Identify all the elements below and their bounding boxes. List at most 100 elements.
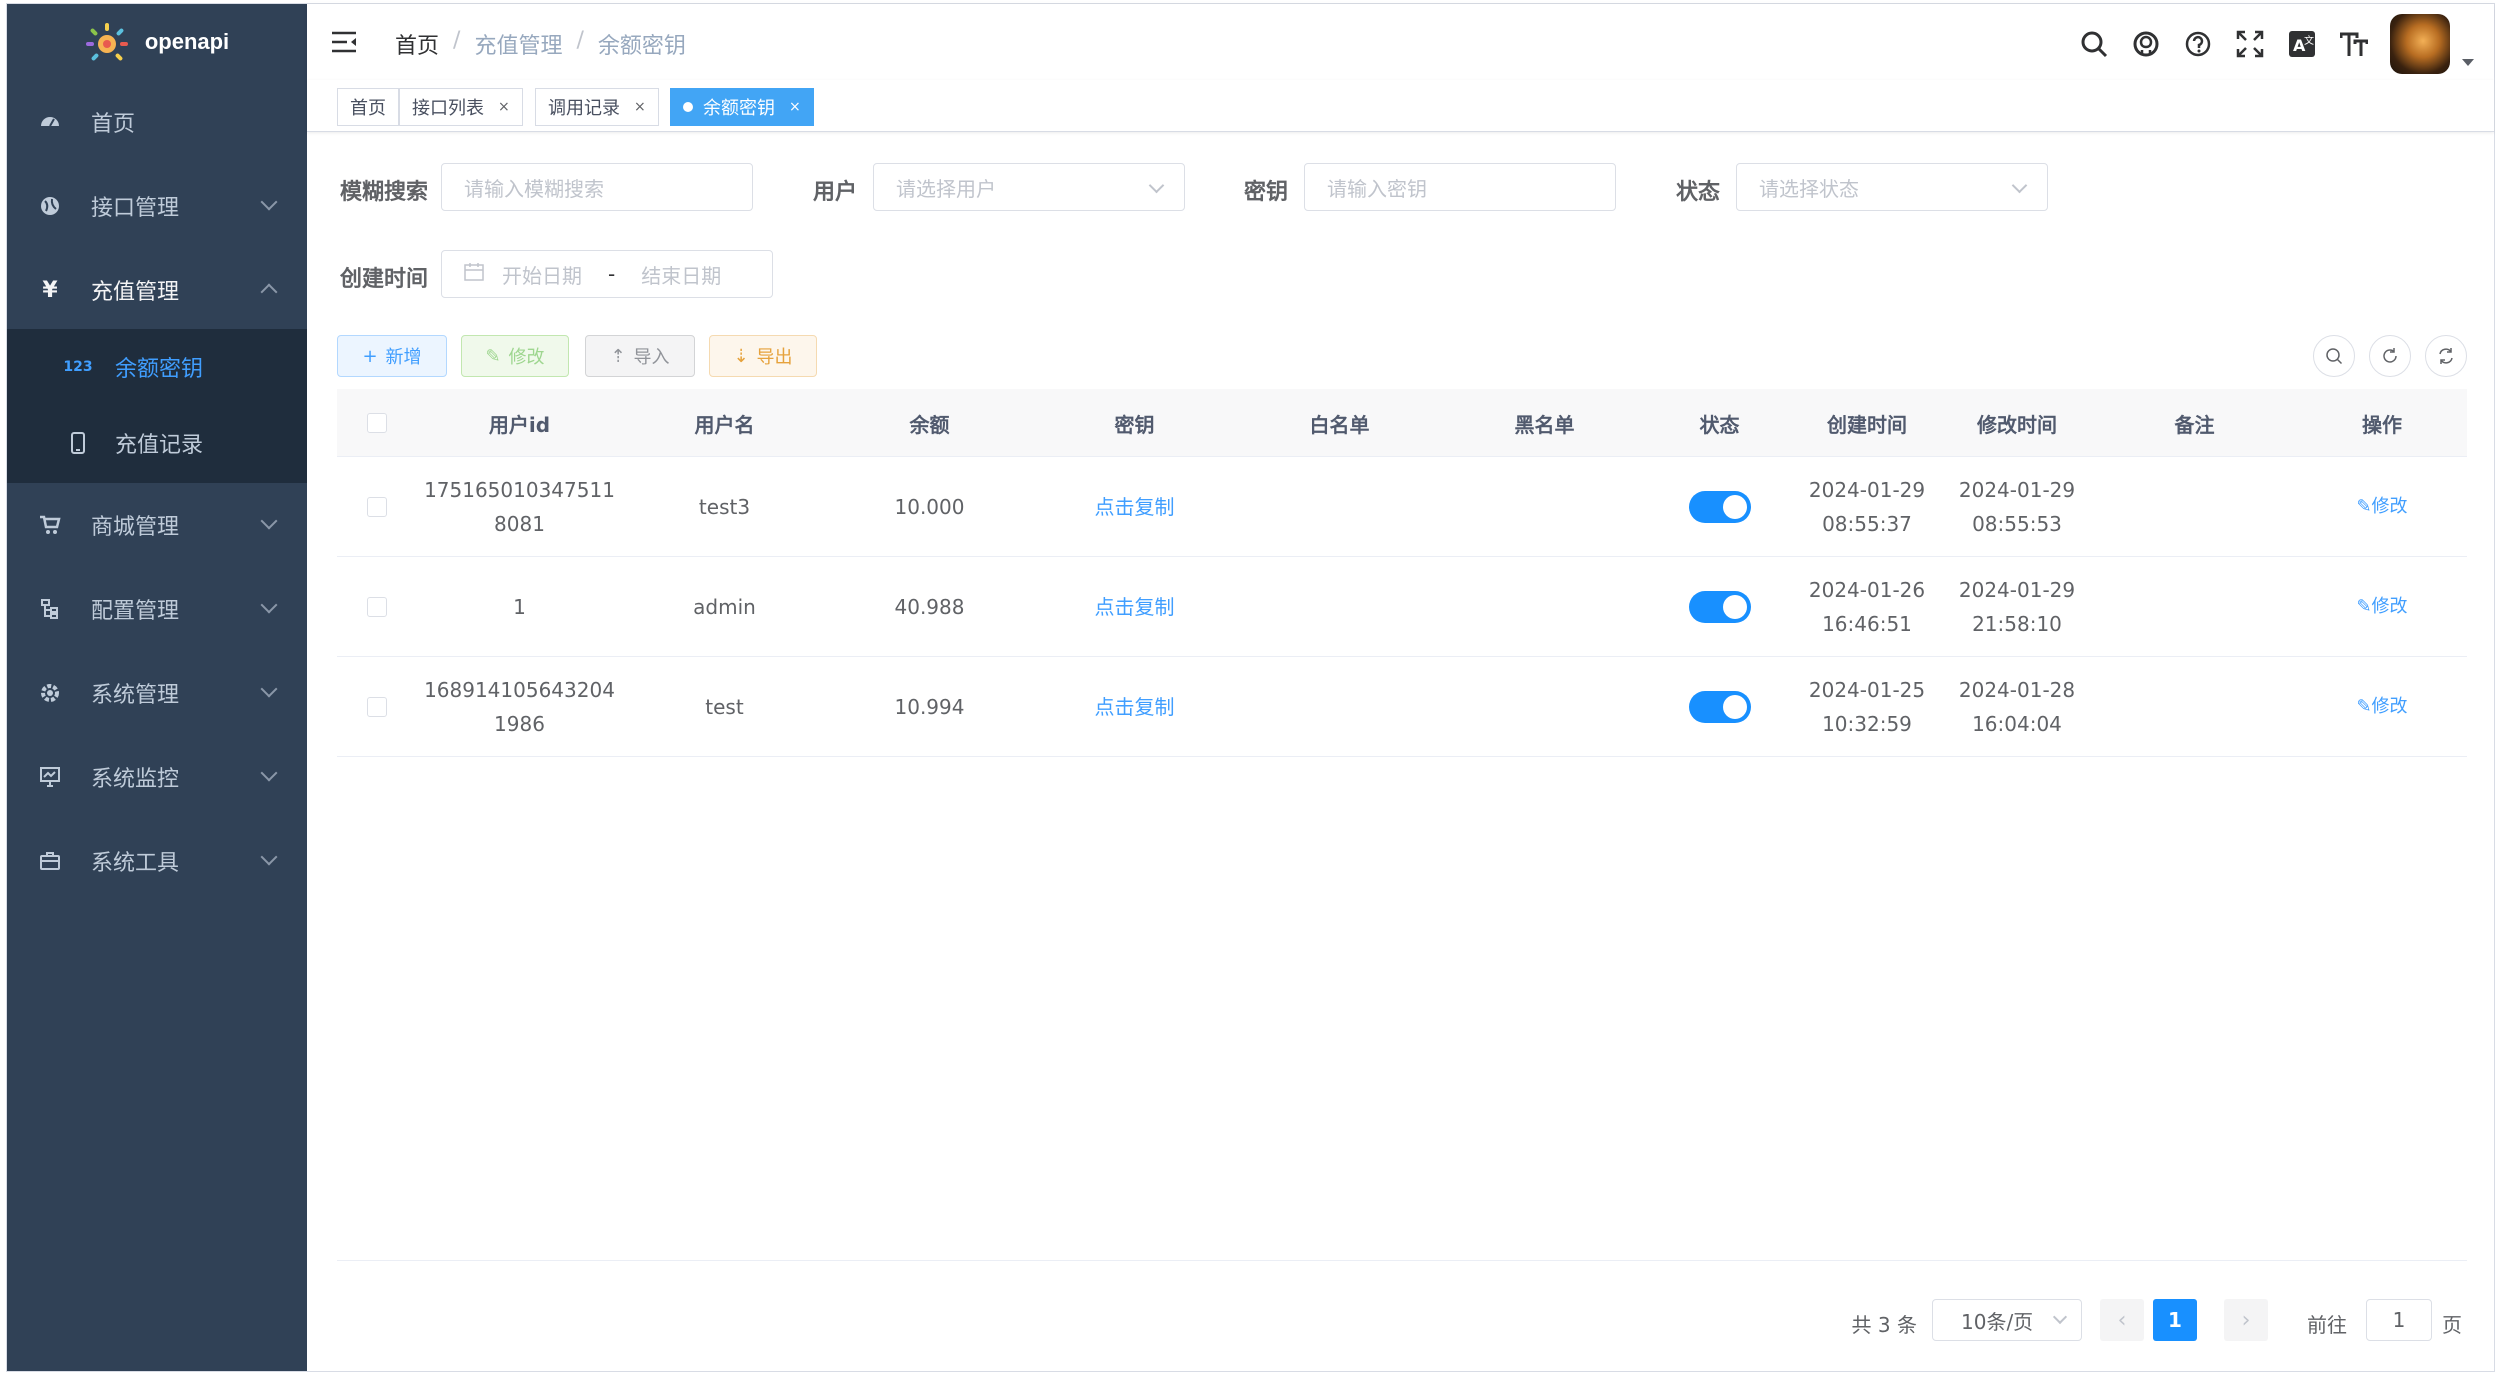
- sync-icon: [2439, 348, 2453, 364]
- tag-api-list[interactable]: 接口列表 ×: [399, 88, 523, 126]
- date-range-picker[interactable]: 开始日期 - 结束日期: [441, 250, 773, 298]
- columns-button[interactable]: [2425, 335, 2467, 377]
- goto-page-input[interactable]: 1: [2366, 1299, 2432, 1341]
- tag-balance-key[interactable]: 余额密钥 ×: [670, 88, 814, 126]
- end-date-placeholder: 结束日期: [641, 263, 722, 288]
- pencil-icon: ✎: [2356, 696, 2372, 717]
- header-remark: 备注: [2174, 412, 2215, 437]
- pencil-icon: ✎: [2356, 496, 2372, 517]
- button-label: 修改: [508, 347, 545, 368]
- close-icon[interactable]: ×: [498, 99, 510, 115]
- cell-username: test3: [698, 495, 751, 519]
- created-date: 2024-01-25: [1808, 678, 1926, 702]
- logo[interactable]: openapi: [7, 4, 307, 80]
- fuzzy-search-input[interactable]: 请输入模糊搜索: [441, 163, 753, 211]
- search-icon[interactable]: [2078, 28, 2110, 60]
- edit-button[interactable]: ✎ 修改: [461, 335, 569, 377]
- fullscreen-icon[interactable]: [2234, 28, 2266, 60]
- row-edit-button[interactable]: ✎ 修改: [2297, 657, 2467, 757]
- caret-down-icon[interactable]: [2462, 58, 2474, 66]
- status-switch[interactable]: [1688, 491, 1751, 523]
- import-button[interactable]: ⇡ 导入: [585, 335, 695, 377]
- header-whitelist: 白名单: [1309, 412, 1370, 437]
- select-all-checkbox[interactable]: [367, 413, 387, 433]
- header-key: 密钥: [1114, 412, 1155, 437]
- status-select[interactable]: 请选择状态: [1736, 163, 2048, 211]
- page-unit-label: 页: [2442, 1313, 2462, 1337]
- sidebar-item-balance-key[interactable]: 123 余额密钥: [7, 329, 307, 405]
- row-checkbox[interactable]: [367, 497, 387, 517]
- breadcrumb-home[interactable]: 首页: [395, 28, 439, 60]
- key-input[interactable]: 请输入密钥: [1304, 163, 1616, 211]
- user-id-line2: 8081: [494, 512, 545, 536]
- header-user-id: 用户id: [488, 412, 551, 437]
- sidebar-item-label: 系统工具: [91, 851, 180, 876]
- updated-time: 16:04:04: [1972, 712, 2062, 736]
- row-checkbox[interactable]: [367, 697, 387, 717]
- status-switch[interactable]: [1688, 591, 1751, 623]
- sidebar-item-system-management[interactable]: 系统管理: [7, 651, 307, 735]
- github-icon[interactable]: [2130, 28, 2162, 60]
- avatar[interactable]: [2390, 14, 2450, 74]
- cell-user-id: 168914105643204 1986: [417, 657, 622, 757]
- sidebar-item-recharge-management[interactable]: ¥ 充值管理: [7, 248, 307, 332]
- font-size-icon[interactable]: [2338, 28, 2370, 60]
- cell-blacklist: [1442, 557, 1647, 657]
- svg-text:文: 文: [2304, 34, 2314, 47]
- sidebar-item-config-management[interactable]: 配置管理: [7, 567, 307, 651]
- breadcrumb-separator: /: [576, 28, 584, 53]
- copy-key-link[interactable]: 点击复制: [1032, 457, 1237, 557]
- close-icon[interactable]: ×: [789, 99, 801, 115]
- cell-created-time: 2024-01-25 10:32:59: [1792, 657, 1942, 757]
- copy-key-link[interactable]: 点击复制: [1032, 557, 1237, 657]
- row-checkbox[interactable]: [367, 597, 387, 617]
- tag-call-records[interactable]: 调用记录 ×: [535, 88, 659, 126]
- number-icon: 123: [63, 359, 93, 375]
- sidebar-item-recharge-record[interactable]: 充值记录: [7, 405, 307, 481]
- cart-icon: [37, 512, 63, 538]
- chevron-down-icon: [260, 680, 278, 698]
- refresh-button[interactable]: [2369, 335, 2411, 377]
- pagination-total: 共 3 条: [1851, 1313, 1917, 1337]
- sidebar-item-system-monitor[interactable]: 系统监控: [7, 735, 307, 819]
- cell-updated-time: 2024-01-29 21:58:10: [1942, 557, 2092, 657]
- toolbox-icon: [37, 848, 63, 874]
- cell-blacklist: [1442, 457, 1647, 557]
- chevron-down-icon: [260, 512, 278, 530]
- refresh-icon: [2383, 348, 2397, 363]
- sidebar-item-shop-management[interactable]: 商城管理: [7, 483, 307, 567]
- monitor-icon: [37, 764, 63, 790]
- prev-page-button[interactable]: ‹: [2100, 1299, 2144, 1341]
- placeholder: 请选择用户: [896, 176, 996, 201]
- close-icon[interactable]: ×: [634, 99, 646, 115]
- sidebar-item-home[interactable]: 首页: [7, 80, 307, 164]
- language-icon[interactable]: A文: [2286, 28, 2318, 60]
- chevron-right-icon: ›: [2241, 1307, 2251, 1333]
- user-select[interactable]: 请选择用户: [873, 163, 1185, 211]
- cell-updated-time: 2024-01-28 16:04:04: [1942, 657, 2092, 757]
- key-label: 密钥: [1244, 180, 1289, 205]
- next-page-button[interactable]: ›: [2224, 1299, 2268, 1341]
- row-edit-button[interactable]: ✎ 修改: [2297, 457, 2467, 557]
- header-actions: 操作: [2362, 412, 2402, 437]
- sidebar-item-api-management[interactable]: 接口管理: [7, 164, 307, 248]
- page-number-current[interactable]: 1: [2153, 1299, 2197, 1341]
- user-id-line1: 1: [513, 595, 526, 619]
- globe-icon: [37, 193, 63, 219]
- placeholder: 请输入密钥: [1327, 176, 1427, 201]
- cell-whitelist: [1237, 457, 1442, 557]
- export-button[interactable]: ⇣ 导出: [709, 335, 817, 377]
- help-icon[interactable]: [2182, 28, 2214, 60]
- header-username: 用户名: [694, 412, 755, 437]
- copy-key-link[interactable]: 点击复制: [1032, 657, 1237, 757]
- tag-home[interactable]: 首页: [337, 88, 399, 126]
- status-switch[interactable]: [1688, 691, 1751, 723]
- row-edit-button[interactable]: ✎ 修改: [2297, 557, 2467, 657]
- hamburger-icon[interactable]: [331, 30, 357, 54]
- toggle-search-button[interactable]: [2313, 335, 2355, 377]
- add-button[interactable]: + 新增: [337, 335, 447, 377]
- sidebar-item-system-tools[interactable]: 系统工具: [7, 819, 307, 903]
- breadcrumb-current: 余额密钥: [597, 34, 686, 59]
- download-icon: ⇣: [733, 345, 749, 367]
- page-size-select[interactable]: 10条/页: [1932, 1299, 2082, 1341]
